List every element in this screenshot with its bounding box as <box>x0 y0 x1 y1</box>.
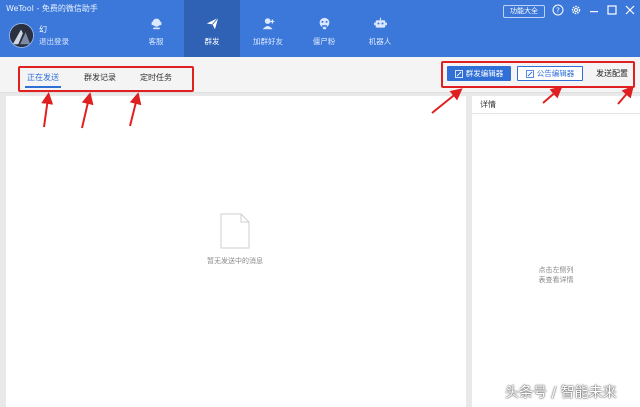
mass-editor-button[interactable]: 群发编辑器 <box>447 66 511 81</box>
empty-document-icon <box>220 213 250 249</box>
nav-label: 加群好友 <box>253 37 283 46</box>
nav-item-zombie-fans[interactable]: 僵尸粉 <box>296 0 352 57</box>
add-friend-icon <box>262 18 274 30</box>
nav-item-mass-send[interactable]: 群发 <box>184 0 240 57</box>
sending-list-panel <box>6 96 466 407</box>
tab-send-history[interactable]: 群发记录 <box>84 72 116 83</box>
customer-service-icon <box>151 18 161 30</box>
nav-label: 群发 <box>204 37 220 46</box>
zombie-icon <box>319 17 329 30</box>
tab-sending[interactable]: 正在发送 <box>27 72 59 83</box>
send-plane-icon <box>206 17 218 30</box>
settings-gear-icon[interactable] <box>570 4 582 16</box>
user-name: 幻 <box>39 25 47 34</box>
robot-icon <box>373 17 387 28</box>
features-button[interactable]: 功能大全 <box>503 5 545 18</box>
app-title: WeTool - 免费的微信助手 <box>6 4 98 13</box>
notice-editor-label: 公告编辑器 <box>536 69 575 78</box>
nav-label: 僵尸粉 <box>312 37 336 46</box>
watermark: 头条号 / 智能未来 <box>505 385 617 401</box>
active-tab-indicator <box>25 86 61 88</box>
nav-item-customer-service[interactable]: 客服 <box>128 0 184 57</box>
nav-item-robot[interactable]: 机器人 <box>352 0 408 57</box>
close-icon[interactable] <box>624 4 636 16</box>
logout-link[interactable]: 退出登录 <box>39 36 69 47</box>
nav-item-add-friends[interactable]: 加群好友 <box>240 0 296 57</box>
tab-scheduled-tasks[interactable]: 定时任务 <box>140 72 172 83</box>
send-config-button[interactable]: 发送配置 <box>592 66 632 81</box>
help-icon[interactable]: ? <box>552 4 564 16</box>
empty-state-text: 暂无发送中的消息 <box>207 257 263 265</box>
detail-hint-line: 点击左侧列 <box>538 266 574 274</box>
detail-title: 详情 <box>472 96 640 114</box>
nav-label: 客服 <box>148 37 164 46</box>
detail-hint-line: 表查看详情 <box>538 276 574 284</box>
mass-editor-label: 群发编辑器 <box>465 69 504 78</box>
minimize-icon[interactable] <box>588 4 600 16</box>
notice-editor-button[interactable]: 公告编辑器 <box>517 66 583 81</box>
nav-label: 机器人 <box>368 37 392 46</box>
main-nav: 客服 群发 加群好友 僵尸粉 机器人 <box>128 0 408 57</box>
maximize-icon[interactable] <box>606 4 618 16</box>
edit-icon <box>454 69 463 78</box>
detail-panel <box>472 96 640 407</box>
svg-text:?: ? <box>556 7 560 15</box>
edit-icon <box>525 69 534 78</box>
title-bar: WeTool - 免费的微信助手 幻 退出登录 客服 群发 加群好友 僵尸粉 机… <box>0 0 640 57</box>
avatar[interactable] <box>9 23 34 48</box>
detail-hint: 点击左侧列 表查看详情 <box>472 265 640 285</box>
